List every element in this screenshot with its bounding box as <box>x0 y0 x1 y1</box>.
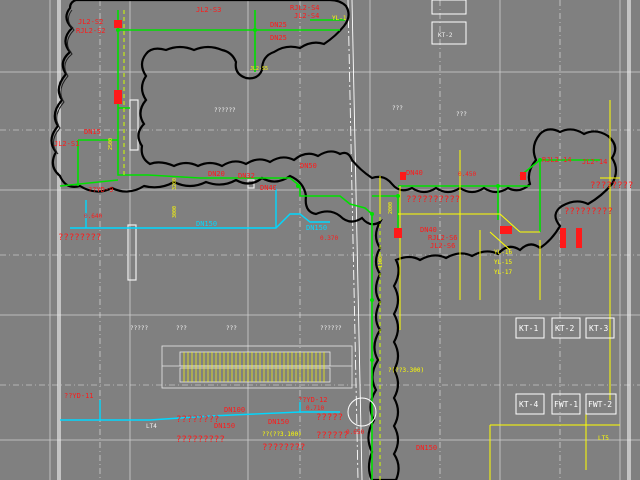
label-dim-2000: 2000 <box>388 202 394 214</box>
room-label-f: ??? <box>226 325 237 332</box>
label-rjl2-s2: RJL2-S2 <box>76 27 106 35</box>
label-question-6: ???????? <box>262 443 305 453</box>
label-lt4: LT4 <box>146 423 157 430</box>
label-dn50-a: DN50 <box>300 162 317 170</box>
cad-drawing-canvas: JL2-S2 RJL2-S2 JL2-S3 RJL2-S4 JL2-S4 JL2… <box>0 0 640 480</box>
label-jl2-s4: JL2-S4 <box>294 12 319 20</box>
label-tyd-9: ??YD-9 <box>88 186 113 194</box>
room-label-a: ?????? <box>214 107 236 114</box>
equip-kt-1: KT-1 <box>519 324 538 333</box>
label-dn40-c: DN40 <box>420 226 437 234</box>
label-elev-note2: ??(??3.100) <box>262 431 302 438</box>
label-question-8: ?????? <box>316 431 349 441</box>
label-dn150-e: DN150 <box>416 444 437 452</box>
label-dn25-a: DN25 <box>270 21 287 29</box>
equip-fwt-1: FWT-1 <box>554 400 578 409</box>
label-jl2-s6: JL2-S6 <box>430 242 455 250</box>
label-h-0640: 0.640 <box>84 213 102 220</box>
label-question-3: ????????? <box>564 207 613 217</box>
label-yl-1: YL-1 <box>332 15 347 22</box>
label-dn25-b: DN25 <box>270 34 287 42</box>
label-dn40-a: DN40 <box>260 184 277 192</box>
label-rjl2-s4: RJL2-S4 <box>290 4 320 12</box>
label-jl2-s2: JL2-S2 <box>78 18 103 26</box>
room-label-d: ??? <box>176 325 187 332</box>
room-label-e: ????? <box>130 325 148 332</box>
label-dn150-d: DN150 <box>268 418 289 426</box>
label-jl2-s5: JL2-S5 <box>250 66 268 72</box>
label-dim-1100: 1100 <box>378 256 384 268</box>
equip-kt-3: KT-3 <box>589 324 608 333</box>
equip-kt-4: KT-4 <box>519 400 538 409</box>
label-lt5: LT5 <box>598 435 609 442</box>
label-yl-17: YL-17 <box>494 269 512 276</box>
label-question-9: ???????? <box>590 181 633 191</box>
label-dn150-a: DN150 <box>196 220 217 228</box>
label-rjl2-14: RJL2-14 <box>542 156 572 164</box>
label-dn32-a: DN32 <box>238 172 255 180</box>
label-jl2-s3: JL2-S3 <box>196 6 221 14</box>
label-question-1: ???????? <box>58 233 101 243</box>
equip-kt-2: KT-2 <box>555 324 574 333</box>
label-kt-2-top: KT-2 <box>438 32 453 39</box>
label-h-0450: 0.450 <box>458 171 476 178</box>
label-dn150-b: DN150 <box>306 224 327 232</box>
label-dn100: DN100 <box>224 406 245 414</box>
room-label-b: ??? <box>392 105 403 112</box>
label-question-2: ?????????? <box>406 195 460 205</box>
label-dn40-b: DN40 <box>406 169 423 177</box>
label-dn15-a: DN15 <box>84 128 101 136</box>
label-question-7: ????? <box>316 413 343 423</box>
label-elev-note: ?(??3.300) <box>388 367 424 374</box>
label-tyd-12: ??YD-12 <box>298 396 328 404</box>
label-jl2-14: JL2-14 <box>582 158 607 166</box>
equip-fwt-2: FWT-2 <box>588 400 612 409</box>
room-label-g: ?????? <box>320 325 342 332</box>
label-question-5: ????????? <box>176 435 225 445</box>
label-tyd-11: ??YD-11 <box>64 392 94 400</box>
label-rjl2-s6: RJL2-S6 <box>428 234 458 242</box>
label-h-0650: 0.650 <box>346 429 364 436</box>
label-dim-2500: 2500 <box>108 138 114 150</box>
room-label-c: ??? <box>456 111 467 118</box>
label-dn20-a: DN20 <box>208 170 225 178</box>
label-h-0710: 0.710 <box>306 405 324 412</box>
label-jl2-s1: JL2-S1 <box>54 140 79 148</box>
label-yl-16: YL-16 <box>494 249 512 256</box>
label-question-4: ???????? <box>176 415 219 425</box>
label-dim-3200: 3200 <box>172 178 178 190</box>
label-h-0370: 0.370 <box>320 235 338 242</box>
label-dim-3000: 3000 <box>172 206 178 218</box>
label-yl-15: YL-15 <box>494 259 512 266</box>
